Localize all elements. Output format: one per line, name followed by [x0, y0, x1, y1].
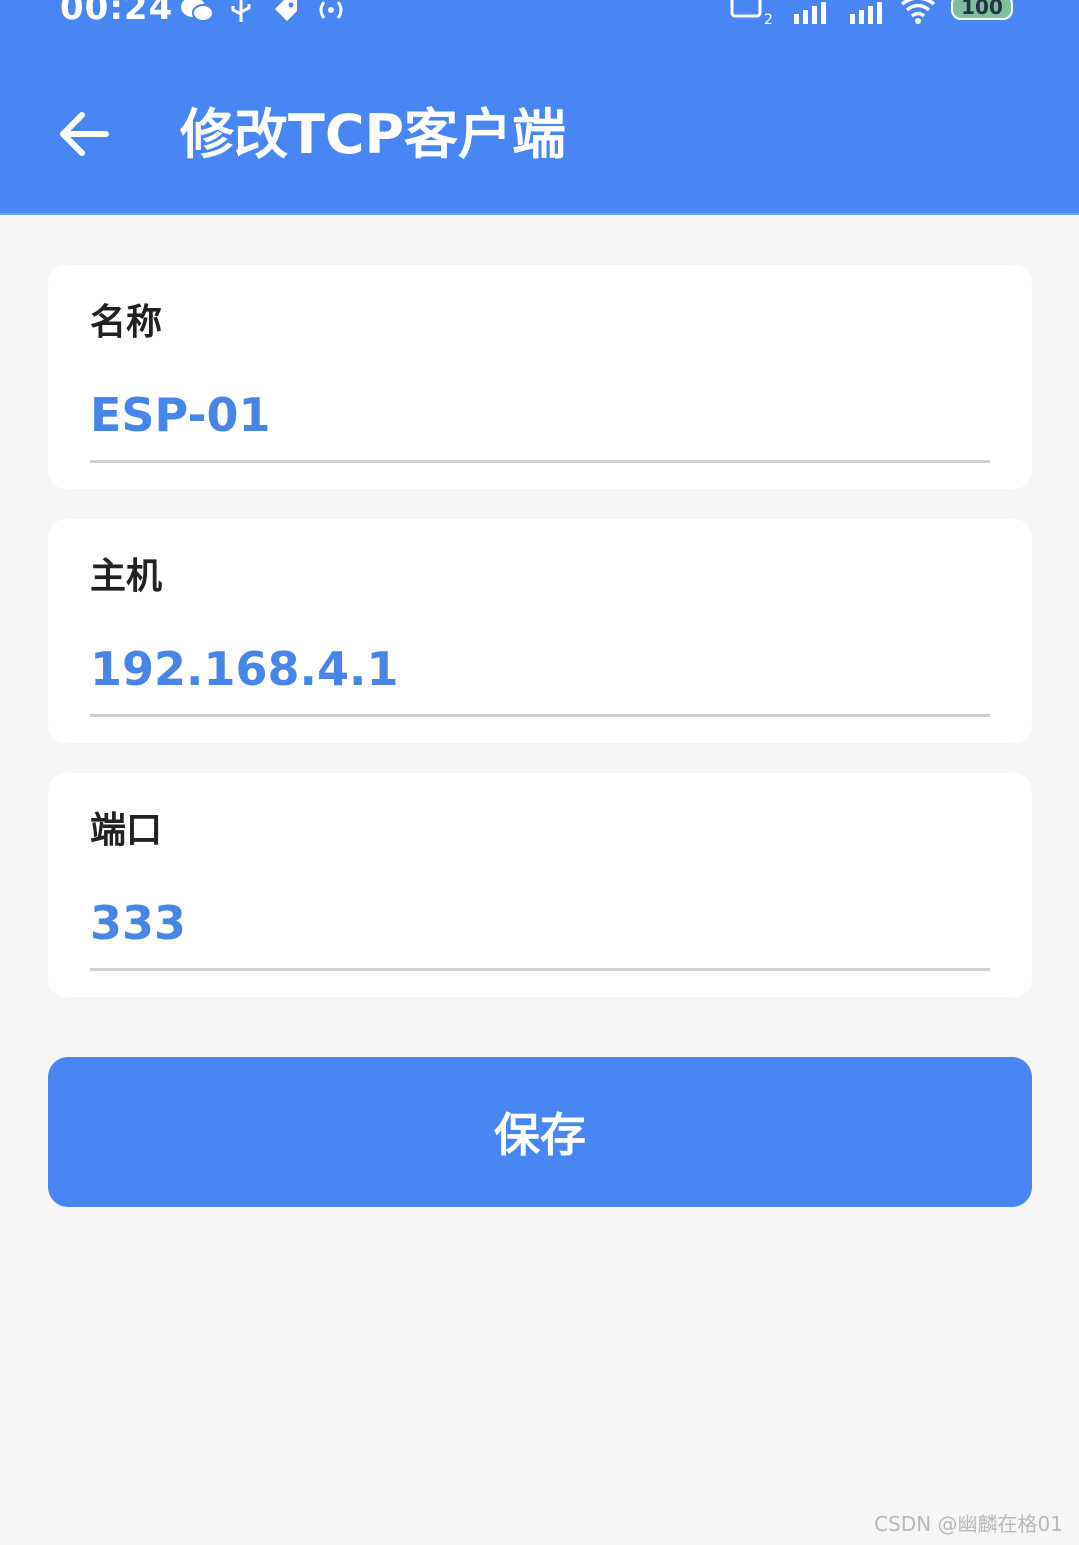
host-input[interactable] [90, 623, 990, 717]
usb-icon [228, 0, 254, 28]
name-label: 名称 [90, 302, 163, 343]
wifi-icon [898, 0, 938, 30]
save-button[interactable]: 保存 [48, 1057, 1032, 1207]
signal-5g-icon [786, 0, 832, 30]
port-input[interactable] [90, 877, 990, 971]
port-card: 端口 [48, 773, 1032, 997]
host-card: 主机 [48, 519, 1032, 743]
watermark: CSDN @幽麟在格01 [874, 1512, 1063, 1536]
status-bar: 00:24 2 100 [0, 0, 1079, 28]
page-title: 修改TCP客户端 [180, 103, 567, 166]
battery-icon: 100 [951, 0, 1013, 20]
name-card: 名称 [48, 265, 1032, 489]
svg-text:2: 2 [764, 12, 773, 26]
back-button[interactable] [52, 102, 116, 166]
wechat-icon [180, 0, 214, 28]
tag-icon [272, 0, 300, 28]
signal-5g-icon [842, 0, 888, 30]
app-bar: 00:24 2 100 修改TCP客户端 [0, 0, 1079, 215]
name-input[interactable] [90, 369, 990, 463]
host-label: 主机 [90, 556, 163, 597]
arrow-left-icon [60, 112, 109, 156]
port-label: 端口 [90, 810, 163, 851]
hotspot-icon [314, 0, 348, 28]
hd-icon: 2 [730, 0, 774, 30]
status-time: 00:24 [60, 0, 174, 28]
